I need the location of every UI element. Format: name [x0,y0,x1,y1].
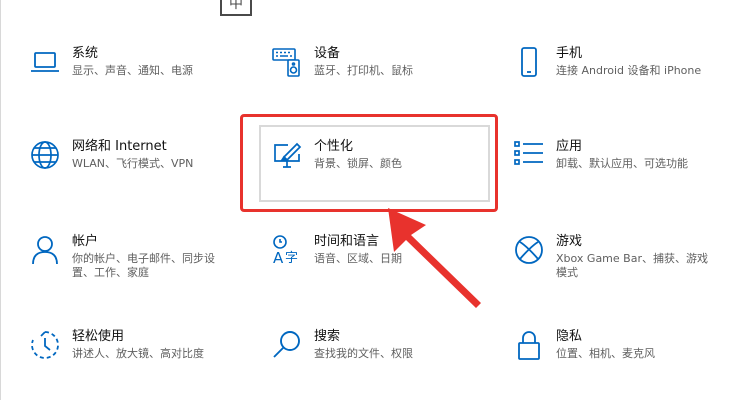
laptop-icon [28,45,62,79]
phone-icon [512,45,546,79]
settings-tile-gaming[interactable]: 游戏 Xbox Game Bar、捕获、游戏 模式 [512,233,708,280]
tile-title: 应用 [556,139,583,154]
svg-text:字: 字 [285,251,298,266]
tile-title: 手机 [556,46,583,61]
tile-description: 蓝牙、打印机、鼠标 [314,64,413,77]
settings-tile-privacy[interactable]: 隐私 位置、相机、麦克风 [512,328,655,362]
tile-title: 设备 [314,46,341,61]
search-icon [270,328,304,362]
tile-description-line: 模式 [556,266,578,279]
tile-description: 位置、相机、麦克风 [556,347,655,360]
tile-description: 显示、声音、通知、电源 [72,64,193,77]
settings-tile-system[interactable]: 系统 显示、声音、通知、电源 [28,45,193,79]
settings-tile-network[interactable]: 网络和 Internet WLAN、飞行模式、VPN [28,138,193,172]
tile-description: 查找我的文件、权限 [314,347,413,360]
keyboard-speaker-icon [270,45,304,79]
red-arrow-annotation [388,208,481,308]
tile-description: 连接 Android 设备和 iPhone [556,64,702,77]
tile-description: 卸载、默认应用、可选功能 [556,157,688,170]
tile-title: 系统 [72,46,99,61]
tile-description-line: 你的帐户、电子邮件、同步设 [72,252,215,265]
red-highlight-box [240,114,498,212]
tile-title: 隐私 [556,329,583,344]
settings-tile-devices[interactable]: 设备 蓝牙、打印机、鼠标 [270,45,413,79]
tile-description-line: 置、工作、家庭 [72,266,149,279]
globe-icon [28,138,62,172]
tile-description: 讲述人、放大镜、高对比度 [72,347,204,360]
tile-description-line: Xbox Game Bar、捕获、游戏 [556,252,708,265]
settings-tile-accounts[interactable]: 帐户 你的帐户、电子邮件、同步设 置、工作、家庭 [28,233,215,280]
tile-title: 网络和 Internet [72,139,167,154]
tile-title: 搜索 [314,329,341,344]
partial-top-icon: 中 [220,0,252,16]
xbox-icon [512,233,546,267]
window-left-edge [0,0,1,400]
tile-description: WLAN、飞行模式、VPN [72,157,194,170]
ease-of-access-icon [28,328,62,362]
tile-title: 游戏 [556,234,583,249]
settings-tile-apps[interactable]: 应用 卸载、默认应用、可选功能 [512,138,688,172]
apps-list-icon [512,138,546,172]
settings-tile-phone[interactable]: 手机 连接 Android 设备和 iPhone [512,45,701,79]
time-language-icon: A 字 [270,233,304,267]
lock-icon [512,328,546,362]
settings-tile-search[interactable]: 搜索 查找我的文件、权限 [270,328,413,362]
settings-tile-ease-of-access[interactable]: 轻松使用 讲述人、放大镜、高对比度 [28,328,204,362]
tile-title: 帐户 [72,234,99,249]
svg-text:A: A [273,249,284,266]
tile-title: 轻松使用 [72,329,125,344]
person-icon [28,233,62,267]
